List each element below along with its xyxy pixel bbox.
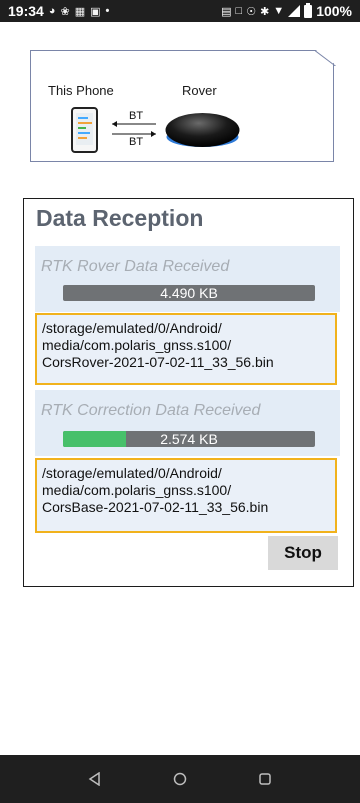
phone-icon xyxy=(71,107,98,153)
card-icon: ▤ xyxy=(221,5,232,18)
rover-path-line: /storage/emulated/0/Android/ xyxy=(42,320,222,336)
bt-label-top: BT xyxy=(129,110,144,122)
signal-icon xyxy=(288,5,301,17)
bt-label-bottom: BT xyxy=(129,136,144,148)
battery-icon xyxy=(304,2,313,18)
correction-amount: 2.574 KB xyxy=(160,431,218,447)
rover-section-title: RTK Rover Data Received xyxy=(41,258,230,275)
status-time: 19:34 xyxy=(8,3,44,19)
pinwheel-icon: ❀ xyxy=(60,5,70,18)
correction-path-line: CorsBase-2021-07-02-11_33_56.bin xyxy=(42,499,269,515)
battery-percent: 100% xyxy=(316,3,352,19)
correction-progress-bar: 2.574 KB xyxy=(63,431,315,447)
home-icon[interactable] xyxy=(170,769,190,789)
rover-device-icon xyxy=(165,113,240,147)
correction-file-path: /storage/emulated/0/Android/ media/com.p… xyxy=(35,458,337,533)
rover-section xyxy=(35,246,340,312)
bluetooth-icon: ✱ xyxy=(260,5,270,18)
stop-button[interactable]: Stop xyxy=(268,536,338,570)
rover-amount: 4.490 KB xyxy=(160,285,218,301)
rover-progress-bar: 4.490 KB xyxy=(63,285,315,301)
rover-path-line: CorsRover-2021-07-02-11_33_56.bin xyxy=(42,354,274,370)
image-icon: ▣ xyxy=(90,5,101,18)
phone-label: This Phone xyxy=(48,83,114,98)
vibrate-icon: ☉ xyxy=(246,5,257,18)
correction-section-title: RTK Correction Data Received xyxy=(41,402,261,419)
recents-icon[interactable] xyxy=(255,769,275,789)
correction-path-line: /storage/emulated/0/Android/ xyxy=(42,465,222,481)
panel-title: Data Reception xyxy=(36,205,204,231)
rover-label: Rover xyxy=(182,83,217,98)
rover-path-line: media/com.polaris_gnss.s100/ xyxy=(42,337,232,353)
wifi-icon: ▼ xyxy=(273,5,285,17)
diagram-corner xyxy=(315,50,336,66)
grid-icon: ▦ xyxy=(74,5,86,18)
message-icon: □ xyxy=(235,5,243,17)
dot-icon: • xyxy=(105,5,110,17)
status-bar: 19:34 ◕ ❀ ▦ ▣ • ▤ □ ☉ ✱ ▼ 100% xyxy=(0,0,360,22)
app-notification-icon: ◕ xyxy=(48,5,56,17)
navigation-bar xyxy=(0,755,360,803)
back-icon[interactable] xyxy=(85,769,105,789)
rover-file-path: /storage/emulated/0/Android/ media/com.p… xyxy=(35,313,337,385)
correction-path-line: media/com.polaris_gnss.s100/ xyxy=(42,482,232,498)
